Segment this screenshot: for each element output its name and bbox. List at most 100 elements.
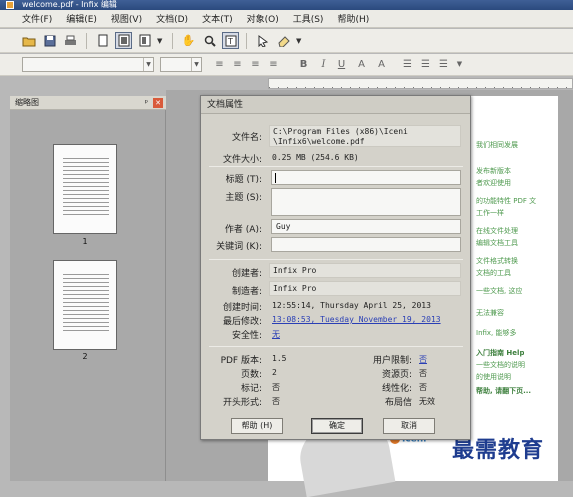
italic-button[interactable]: I xyxy=(316,57,331,72)
pdf-version-label: PDF 版本: xyxy=(220,356,262,366)
menu-object[interactable]: 对象(O) xyxy=(247,12,279,25)
open-form-value: 否 xyxy=(272,397,280,406)
thumbnail-page-number: 2 xyxy=(82,352,88,361)
title-label: 标题 (T): xyxy=(225,175,262,185)
superscript-button[interactable]: A xyxy=(354,57,369,72)
resources-value: 否 xyxy=(419,369,427,378)
cancel-button[interactable]: 取消 xyxy=(383,418,435,434)
list-icon[interactable]: ☰ xyxy=(400,57,415,72)
keywords-input[interactable] xyxy=(271,237,461,252)
menu-bar: 文件(F) 编辑(E) 视图(V) 文档(D) 文本(T) 对象(O) 工具(S… xyxy=(0,10,573,28)
modified-value[interactable]: 13:08:53, Tuesday November 19, 2013 xyxy=(272,315,441,324)
document-text: 无法兼容 xyxy=(476,309,504,317)
linearized-label: 线性化: xyxy=(381,384,412,394)
thumbnails-panel-header: 缩略图 ᵖ ✕ xyxy=(10,96,166,110)
list-icon[interactable]: ☰ xyxy=(418,57,433,72)
tagged-value: 否 xyxy=(272,383,280,392)
page-layout-icon[interactable] xyxy=(115,32,132,49)
security-label: 安全性: xyxy=(231,331,262,341)
menu-tools[interactable]: 工具(S) xyxy=(293,12,324,25)
open-form-label: 开头形式: xyxy=(222,398,262,408)
zoom-icon[interactable] xyxy=(201,32,218,49)
pointer-icon[interactable] xyxy=(254,32,271,49)
menu-edit[interactable]: 编辑(E) xyxy=(66,12,97,25)
creator-field: Infix Pro xyxy=(269,263,461,278)
security-value[interactable]: 无 xyxy=(272,329,280,340)
user-restrictions-label: 用户限制: xyxy=(372,356,412,366)
document-text: 编辑文档工具 xyxy=(476,239,518,247)
document-properties-dialog: 文档属性 文件名: C:\Program Files (x86)\Iceni \… xyxy=(200,95,471,440)
page-icon[interactable] xyxy=(94,32,111,49)
document-text: 我们相同发展 xyxy=(476,141,518,149)
print-icon[interactable] xyxy=(62,32,79,49)
align-left-icon[interactable]: ≡ xyxy=(212,57,227,72)
document-text: 在线文件处理 xyxy=(476,227,518,235)
chevron-down-icon[interactable]: ▼ xyxy=(452,57,467,72)
pin-icon[interactable]: ᵖ xyxy=(145,96,148,110)
align-justify-icon[interactable]: ≡ xyxy=(266,57,281,72)
document-text: Infix, 能够多 xyxy=(476,329,517,337)
window-title-bar: welcome.pdf - Infix 编辑 xyxy=(0,0,573,10)
main-toolbar: ▼ ✋ T ▼ xyxy=(0,29,573,53)
font-name-select[interactable]: ▼ xyxy=(22,57,154,72)
document-text: 入门指南 Help xyxy=(476,349,525,357)
align-center-icon[interactable]: ≡ xyxy=(230,57,245,72)
document-text: 发布新版本 xyxy=(476,167,511,175)
producer-field: Infix Pro xyxy=(269,281,461,296)
title-input[interactable] xyxy=(271,170,461,185)
horizontal-ruler xyxy=(268,78,573,89)
subscript-button[interactable]: A xyxy=(374,57,389,72)
file-name-line1: C:\Program Files (x86)\Iceni xyxy=(273,127,408,136)
menu-document[interactable]: 文档(D) xyxy=(156,12,188,25)
document-text: 工作一样 xyxy=(476,209,504,217)
folder-open-icon[interactable] xyxy=(20,32,37,49)
user-restrictions-value[interactable]: 否 xyxy=(419,354,427,365)
chevron-down-icon[interactable]: ▼ xyxy=(157,37,165,45)
close-icon[interactable]: ✕ xyxy=(153,98,163,108)
bold-button[interactable]: B xyxy=(296,57,311,72)
menu-text[interactable]: 文本(T) xyxy=(202,12,233,25)
menu-file[interactable]: 文件(F) xyxy=(22,12,52,25)
hand-icon[interactable]: ✋ xyxy=(180,32,197,49)
document-text: 帮助, 请翻下页... xyxy=(476,387,532,395)
layout-value: 无效 xyxy=(419,397,435,406)
document-text: 的使用说明 xyxy=(476,373,511,381)
underline-button[interactable]: U xyxy=(334,57,349,72)
layout-label: 布局信 xyxy=(384,398,412,408)
help-button[interactable]: 帮助 (H) xyxy=(231,418,283,434)
divider xyxy=(209,166,463,167)
divider xyxy=(209,346,463,347)
align-right-icon[interactable]: ≡ xyxy=(248,57,263,72)
text-select-icon[interactable]: T xyxy=(222,32,239,49)
document-text: 一些文档, 这应 xyxy=(476,287,523,295)
menu-view[interactable]: 视图(V) xyxy=(111,12,142,25)
toolbar-divider xyxy=(246,32,247,49)
chevron-down-icon: ▼ xyxy=(191,58,201,71)
list-icon[interactable]: ☰ xyxy=(436,57,451,72)
ok-button[interactable]: 确定 xyxy=(311,418,363,434)
created-value: 12:55:14, Thursday April 25, 2013 xyxy=(272,301,431,310)
app-icon xyxy=(6,1,14,9)
toolbar-divider xyxy=(86,32,87,49)
page-thumbnail-1[interactable] xyxy=(53,144,117,234)
eraser-icon[interactable] xyxy=(275,32,292,49)
creator-label: 创建者: xyxy=(231,269,262,279)
chevron-down-icon[interactable]: ▼ xyxy=(296,37,304,45)
pdf-version-value: 1.5 xyxy=(272,354,287,363)
page-view-icon[interactable] xyxy=(136,32,153,49)
subject-input[interactable] xyxy=(271,188,461,216)
file-name-line2: \Infix6\welcome.pdf xyxy=(273,137,365,146)
producer-label: 制造者: xyxy=(231,287,262,297)
document-text: 的功能特性 PDF 文 xyxy=(476,197,537,205)
tagged-label: 标记: xyxy=(240,384,262,394)
format-toolbar: ▼ ▼ ≡ ≡ ≡ ≡ B I U A A ☰ ☰ ☰ ▼ xyxy=(0,54,573,76)
author-input[interactable]: Guy xyxy=(271,219,461,234)
file-size-value: 0.25 MB (254.6 KB) xyxy=(272,153,359,162)
dialog-title: 文档属性 xyxy=(201,96,470,114)
save-icon[interactable] xyxy=(41,32,58,49)
window-title: welcome.pdf - Infix 编辑 xyxy=(22,0,117,9)
menu-help[interactable]: 帮助(H) xyxy=(337,12,369,25)
page-thumbnail-2[interactable] xyxy=(53,260,117,350)
font-size-select[interactable]: ▼ xyxy=(160,57,202,72)
document-text: 文档的工具 xyxy=(476,269,511,277)
